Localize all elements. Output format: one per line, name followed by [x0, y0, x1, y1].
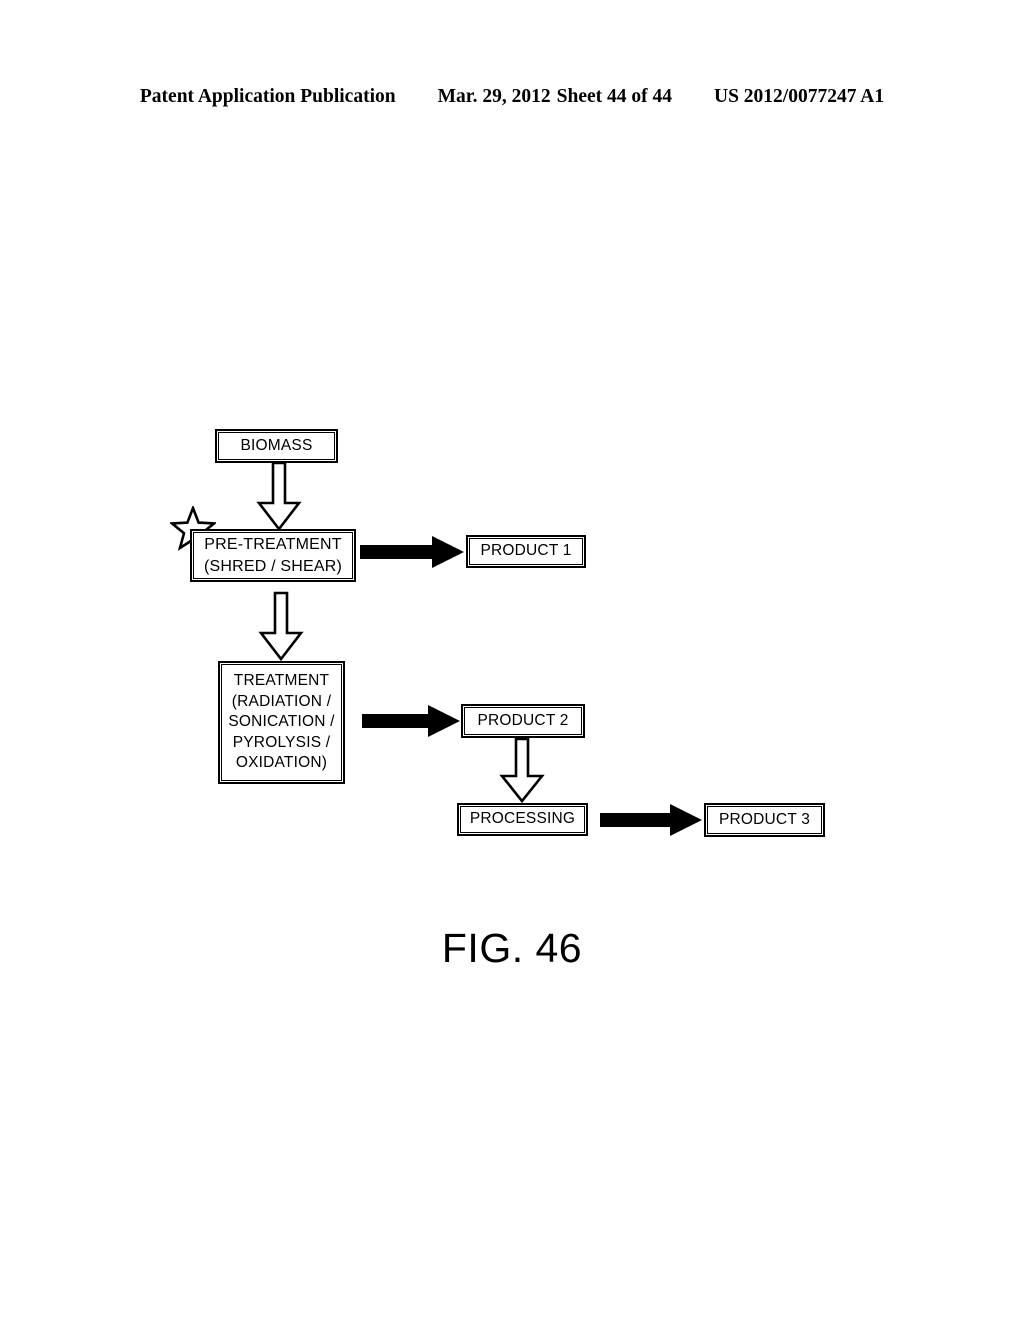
flow-node-product1-label: PRODUCT 1 [480, 542, 572, 560]
solid-right-arrow-icon-processing-to-product3 [600, 803, 704, 837]
flow-node-product3-label: PRODUCT 3 [718, 810, 811, 828]
flow-node-processing: PROCESSING [457, 803, 588, 836]
flow-node-pretreatment: PRE-TREATMENT (SHRED / SHEAR) [190, 529, 356, 582]
flow-node-pretreatment-label: PRE-TREATMENT (SHRED / SHEAR) [203, 536, 343, 575]
hollow-down-arrow-icon-biomass-to-pretreatment [256, 461, 302, 532]
flow-node-product1: PRODUCT 1 [466, 535, 586, 568]
flow-node-product2: PRODUCT 2 [461, 704, 585, 738]
solid-right-arrow-icon-treatment-to-product2 [362, 704, 462, 738]
flow-node-processing-label: PROCESSING [469, 810, 576, 828]
figure-caption: FIG. 46 [441, 925, 583, 971]
flow-node-treatment-label: TREATMENT (RADIATION / SONICATION / PYRO… [228, 671, 335, 772]
hollow-down-arrow-icon-pretreatment-to-treatment [258, 591, 304, 662]
flow-node-treatment: TREATMENT (RADIATION / SONICATION / PYRO… [218, 661, 345, 784]
patent-figure-46: BIOMASS PRE-TREATMENT (SHRED / SHEAR) PR… [0, 0, 1024, 1320]
flow-node-product3: PRODUCT 3 [704, 803, 825, 837]
hollow-down-arrow-icon-product2-to-processing [499, 737, 545, 804]
solid-right-arrow-icon-pretreatment-to-product1 [360, 535, 466, 569]
flow-node-product2-label: PRODUCT 2 [477, 711, 569, 729]
flow-node-biomass: BIOMASS [215, 429, 338, 463]
flow-node-biomass-label: BIOMASS [240, 436, 313, 454]
